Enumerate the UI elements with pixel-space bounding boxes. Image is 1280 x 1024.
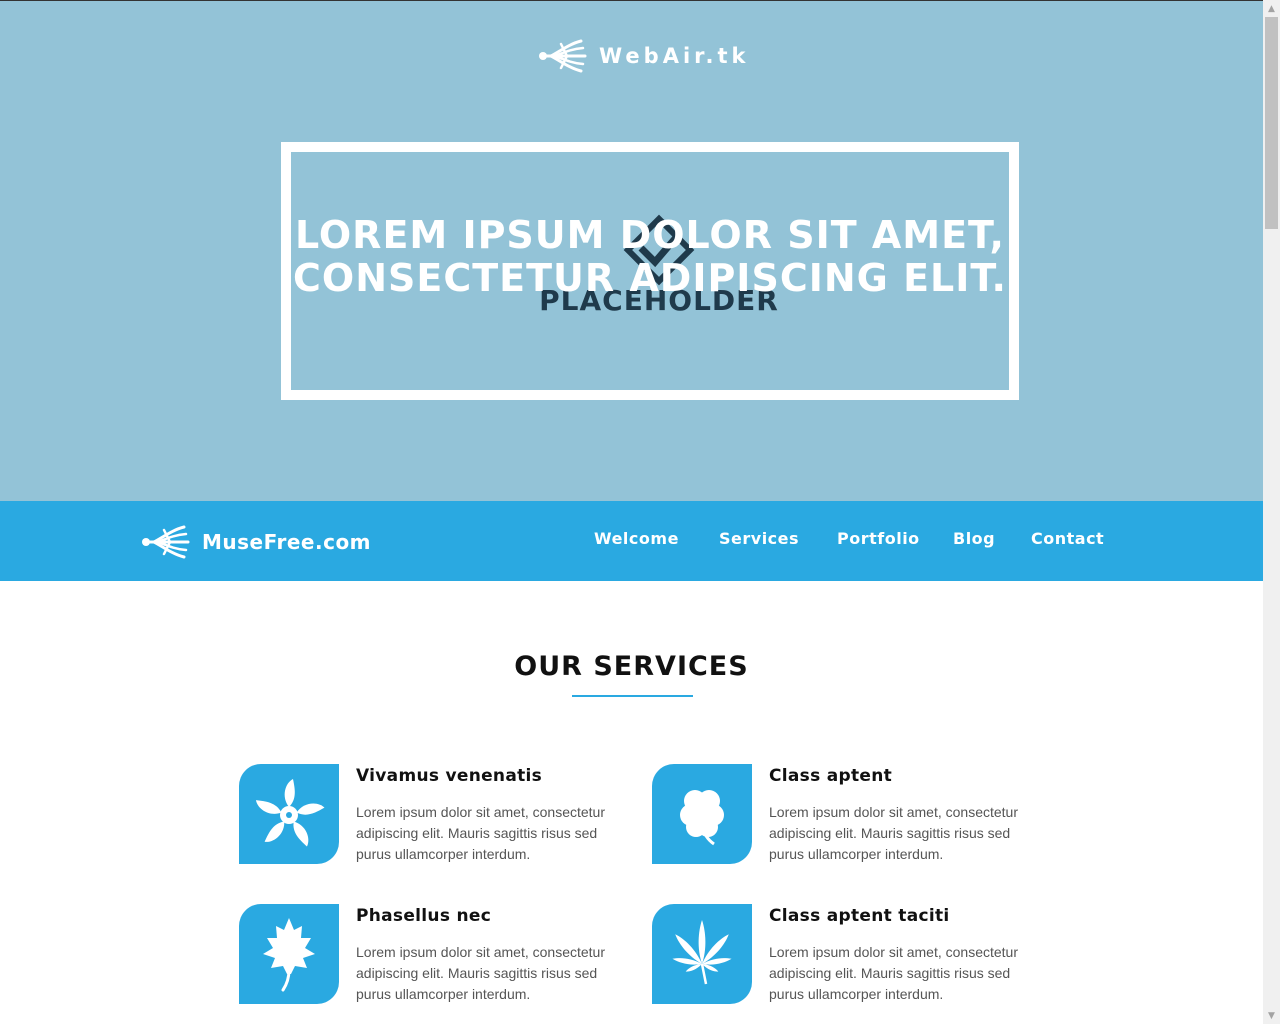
hero-logo[interactable]: WebAir.tk	[537, 36, 750, 76]
service-description: Lorem ipsum dolor sit amet, consectetur …	[769, 804, 1018, 862]
service-icon-tile	[239, 904, 339, 1004]
service-icon-tile	[239, 764, 339, 864]
page: WebAir.tk PLACEHOLDER LOREM IPSUM DOLOR …	[0, 0, 1263, 1024]
service-title: Phasellus nec	[356, 906, 492, 926]
nav-item-contact[interactable]: Contact	[1031, 529, 1104, 548]
service-item: Phasellus nec Lorem ipsum dolor sit amet…	[239, 904, 619, 1004]
nav-item-portfolio[interactable]: Portfolio	[837, 529, 920, 548]
nav-item-blog[interactable]: Blog	[953, 529, 995, 548]
wing-logo-icon	[142, 525, 190, 559]
flower-icon	[255, 779, 325, 847]
service-title: Vivamus venenatis	[356, 766, 543, 786]
clover-icon	[680, 790, 724, 846]
vertical-scrollbar[interactable]: ▲ ▼	[1263, 0, 1280, 1024]
service-icon-tile	[652, 764, 752, 864]
title-underline	[572, 695, 693, 697]
services-title: OUR SERVICES	[514, 651, 749, 682]
service-title: Class aptent	[769, 766, 893, 786]
nav-item-welcome[interactable]: Welcome	[594, 529, 679, 548]
scrollbar-thumb[interactable]	[1265, 17, 1278, 229]
service-description: Lorem ipsum dolor sit amet, consectetur …	[356, 804, 605, 862]
wing-logo-icon	[539, 39, 587, 73]
brand-logo[interactable]: MuseFree.com	[140, 522, 371, 562]
service-item: Class aptent taciti Lorem ipsum dolor si…	[652, 904, 1032, 1004]
hero-heading: LOREM IPSUM DOLOR SIT AMET, CONSECTETUR …	[293, 213, 1007, 300]
hero-section: WebAir.tk PLACEHOLDER LOREM IPSUM DOLOR …	[0, 1, 1263, 501]
scroll-down-arrow-icon[interactable]: ▼	[1263, 1007, 1280, 1024]
service-description: Lorem ipsum dolor sit amet, consectetur …	[769, 944, 1018, 1002]
brand-name: MuseFree.com	[202, 530, 372, 554]
nav-item-services[interactable]: Services	[719, 529, 799, 548]
leaf-icon	[263, 918, 315, 992]
hero-logo-text: WebAir.tk	[599, 44, 750, 68]
service-icon-tile	[652, 904, 752, 1004]
hero-frame: PLACEHOLDER LOREM IPSUM DOLOR SIT AMET, …	[281, 142, 1019, 400]
main-navbar: MuseFree.com Welcome Services Portfolio …	[0, 501, 1263, 581]
cannabis-leaf-icon	[672, 920, 732, 985]
service-item: Class aptent Lorem ipsum dolor sit amet,…	[652, 764, 1032, 864]
service-item: Vivamus venenatis Lorem ipsum dolor sit …	[239, 764, 619, 864]
scroll-up-arrow-icon[interactable]: ▲	[1263, 0, 1280, 17]
service-title: Class aptent taciti	[769, 906, 950, 926]
service-description: Lorem ipsum dolor sit amet, consectetur …	[356, 944, 605, 1002]
